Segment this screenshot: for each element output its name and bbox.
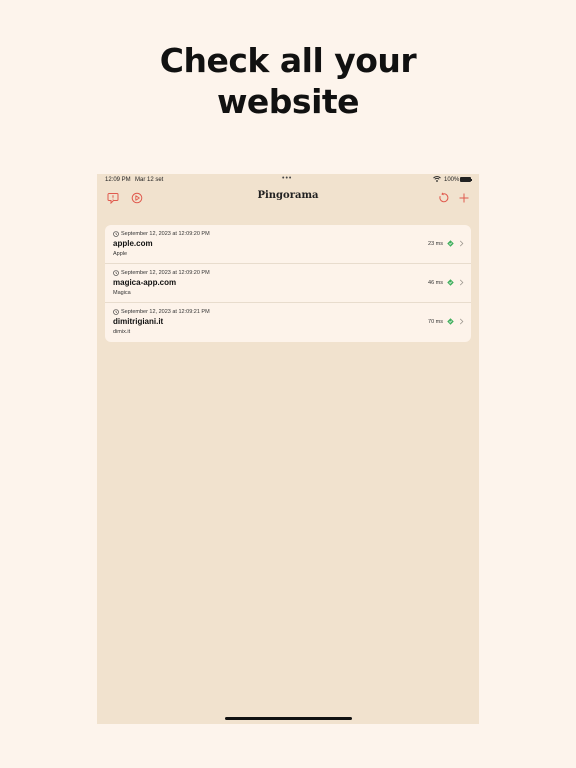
row-host: apple.com bbox=[113, 239, 153, 248]
row-site-name: dimix.it bbox=[113, 329, 131, 335]
status-date: Mar 12 set bbox=[135, 177, 164, 183]
battery-percent: 100% bbox=[444, 177, 460, 183]
status-ok-icon bbox=[447, 279, 454, 286]
row-latency: 46 ms bbox=[428, 280, 443, 286]
home-indicator[interactable] bbox=[225, 717, 352, 720]
chevron-right-icon bbox=[459, 318, 464, 325]
clock-icon bbox=[113, 309, 119, 315]
battery-icon bbox=[460, 177, 472, 182]
status-time: 12:09 PM bbox=[105, 177, 131, 183]
status-ok-icon bbox=[447, 318, 454, 325]
refresh-icon[interactable] bbox=[437, 191, 449, 203]
list-item[interactable]: September 12, 2023 at 12:09:21 PM dimitr… bbox=[105, 303, 471, 342]
headline-line-1: Check all your bbox=[159, 41, 417, 80]
wifi-icon bbox=[433, 176, 441, 184]
add-icon[interactable] bbox=[458, 191, 470, 203]
chevron-right-icon bbox=[459, 240, 464, 247]
website-list: September 12, 2023 at 12:09:20 PM apple.… bbox=[105, 225, 471, 342]
clock-icon bbox=[113, 231, 119, 237]
row-site-name: Apple bbox=[113, 251, 128, 257]
row-latency: 23 ms bbox=[428, 241, 443, 247]
row-host: magica-app.com bbox=[113, 278, 177, 287]
status-bar: 12:09 PM Mar 12 set ••• 100% bbox=[97, 174, 479, 186]
navigation-bar: Pingorama bbox=[97, 186, 479, 208]
promo-headline: Check all your website bbox=[0, 40, 576, 122]
row-timestamp: September 12, 2023 at 12:09:21 PM bbox=[121, 309, 210, 315]
app-screen: 12:09 PM Mar 12 set ••• 100% Pingorama S… bbox=[97, 174, 479, 724]
list-item[interactable]: September 12, 2023 at 12:09:20 PM magica… bbox=[105, 264, 471, 303]
app-title: Pingorama bbox=[257, 190, 319, 201]
headline-line-2: website bbox=[216, 82, 360, 121]
multitasking-dots[interactable]: ••• bbox=[282, 175, 292, 182]
row-timestamp: September 12, 2023 at 12:09:20 PM bbox=[121, 231, 210, 237]
row-latency: 70 ms bbox=[428, 319, 443, 325]
row-timestamp: September 12, 2023 at 12:09:20 PM bbox=[121, 270, 210, 276]
row-host: dimitrigiani.it bbox=[113, 317, 164, 326]
status-ok-icon bbox=[447, 240, 454, 247]
chevron-right-icon bbox=[459, 279, 464, 286]
clock-icon bbox=[113, 270, 119, 276]
row-site-name: Magica bbox=[113, 290, 131, 296]
list-item[interactable]: September 12, 2023 at 12:09:20 PM apple.… bbox=[105, 225, 471, 264]
